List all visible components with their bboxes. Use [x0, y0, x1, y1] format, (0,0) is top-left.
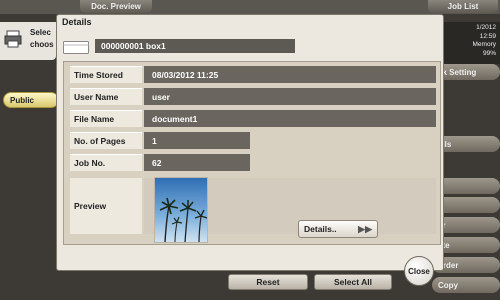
- time-stored-label: Time Stored: [70, 66, 142, 83]
- info-text-2: choos: [30, 40, 54, 49]
- box-icon: [63, 41, 89, 54]
- doc-preview-tab[interactable]: Doc. Preview: [80, 0, 152, 13]
- status-date: 1/2012: [476, 24, 496, 31]
- reset-button[interactable]: Reset: [228, 274, 308, 290]
- palm-trees-image: [155, 178, 207, 242]
- status-memory-value: 99%: [482, 49, 496, 57]
- top-bar: [0, 0, 500, 14]
- details-panel: Time Stored 08/03/2012 11:25 User Name u…: [63, 61, 441, 245]
- select-all-button[interactable]: Select All: [314, 274, 392, 290]
- time-stored-value: 08/03/2012 11:25: [144, 66, 436, 83]
- double-arrow-icon: ▶▶: [358, 224, 372, 234]
- details-dialog: Details 000000001 box1 Time Stored 08/03…: [56, 14, 444, 271]
- details-button-label: Details..: [304, 224, 337, 234]
- printer-icon: [4, 30, 22, 48]
- user-name-label: User Name: [70, 88, 142, 105]
- details-button[interactable]: Details.. ▶▶: [298, 220, 378, 238]
- preview-area: Details.. ▶▶: [144, 177, 436, 243]
- pages-value: 1: [144, 132, 250, 149]
- status-time: 12:59: [479, 32, 496, 40]
- close-button[interactable]: Close: [404, 256, 434, 286]
- info-panel: Selec choos: [0, 22, 56, 60]
- status-memory-label: Memory: [472, 41, 496, 48]
- dialog-title: Details: [62, 17, 92, 27]
- user-name-value: user: [144, 88, 436, 105]
- preview-label: Preview: [70, 178, 142, 234]
- preview-thumbnail[interactable]: [154, 177, 208, 243]
- pages-label: No. of Pages: [70, 132, 142, 149]
- status-panel: 1/2012 12:59 Memory 99%: [440, 22, 500, 64]
- info-text-1: Selec: [30, 28, 51, 37]
- copy-button[interactable]: Copy: [432, 277, 500, 293]
- box-name: 000000001 box1: [95, 39, 295, 53]
- job-no-label: Job No.: [70, 154, 142, 171]
- file-name-label: File Name: [70, 110, 142, 127]
- job-no-value: 62: [144, 154, 250, 171]
- file-name-value: document1: [144, 110, 436, 127]
- job-list-tab[interactable]: Job List: [428, 0, 498, 13]
- public-button[interactable]: Public: [3, 92, 59, 108]
